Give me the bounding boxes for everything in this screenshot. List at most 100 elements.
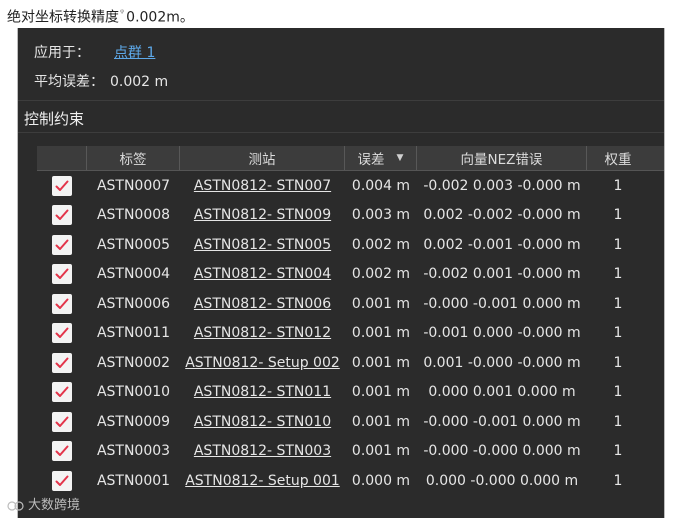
- row-weight[interactable]: 1: [587, 178, 649, 194]
- row-weight[interactable]: 1: [587, 296, 649, 312]
- row-station-link[interactable]: ASTN0812- Setup 002: [180, 355, 345, 371]
- table-row[interactable]: ASTN0005 ASTN0812- STN005 0.002 m 0.002 -0.…: [37, 230, 664, 260]
- row-nez-error: 0.002 -0.001 -0.000 m: [423, 236, 581, 253]
- row-label: ASTN0007: [96, 177, 171, 194]
- row-label: ASTN0004: [96, 266, 171, 283]
- section-title: 控制约束: [24, 110, 85, 128]
- control-panel: 应用于： 点群 1 平均误差： 0.002 m 控制约束 标签 测站 误差 ▼ 向量N…: [17, 28, 665, 518]
- checkmark-icon: [55, 239, 69, 250]
- row-label: ASTN0001: [96, 472, 171, 489]
- row-station-link[interactable]: ASTN0812- STN012: [180, 325, 345, 341]
- table-row[interactable]: ASTN0006 ASTN0812- STN006 0.001 m -0.000 -0…: [37, 289, 664, 319]
- table-body: ASTN0007 ASTN0812- STN007 0.004 m -0.002 0.…: [37, 171, 664, 496]
- row-checkbox[interactable]: [52, 441, 72, 462]
- checkmark-icon: [55, 327, 69, 339]
- row-station-link[interactable]: ASTN0812- STN007: [180, 178, 345, 194]
- column-header-check[interactable]: [37, 146, 87, 170]
- row-checkbox[interactable]: [52, 382, 72, 403]
- row-weight[interactable]: 1: [587, 473, 649, 489]
- column-header-error[interactable]: 误差 ▼: [345, 146, 417, 170]
- row-weight[interactable]: 1: [587, 325, 649, 341]
- intro-text: 绝对坐标转换精度ᵠ 0.002m。: [7, 4, 194, 26]
- row-checkbox-cell: [37, 411, 87, 432]
- row-weight[interactable]: 1: [587, 384, 649, 400]
- row-nez-error: 0.000 0.001 0.000 m: [428, 384, 576, 401]
- row-error: 0.003 m: [351, 207, 411, 224]
- row-checkbox[interactable]: [52, 293, 72, 314]
- row-checkbox-cell: [37, 175, 87, 196]
- average-error-row: 平均误差： 0.002 m: [34, 71, 168, 91]
- column-header-weight[interactable]: 权重: [587, 146, 649, 170]
- table-row[interactable]: ASTN0002 ASTN0812- Setup 002 0.001 m 0.001 …: [37, 348, 664, 378]
- row-nez-error: -0.000 -0.000 0.000 m: [423, 443, 581, 460]
- row-checkbox[interactable]: [52, 205, 72, 226]
- divider: [18, 132, 664, 133]
- row-error: 0.001 m: [351, 413, 411, 430]
- apply-to-label: 应用于：: [34, 45, 90, 61]
- row-checkbox[interactable]: [52, 352, 72, 373]
- row-weight[interactable]: 1: [587, 414, 649, 430]
- row-nez-error: 0.001 -0.000 -0.000 m: [423, 354, 581, 371]
- row-station-link[interactable]: ASTN0812- Setup 001: [180, 473, 345, 489]
- row-label: ASTN0002: [96, 354, 171, 371]
- average-error-value: 0.002 m: [110, 74, 169, 90]
- row-error: 0.001 m: [351, 295, 411, 312]
- table-row[interactable]: ASTN0011 ASTN0812- STN012 0.001 m -0.001 0.…: [37, 319, 664, 349]
- row-station-link[interactable]: ASTN0812- STN006: [180, 296, 345, 312]
- row-weight[interactable]: 1: [587, 443, 649, 459]
- column-header-nez[interactable]: 向量NEZ错误: [417, 146, 587, 170]
- table-row[interactable]: ASTN0001 ASTN0812- Setup 001 0.000 m 0.000 …: [37, 466, 664, 496]
- checkmark-icon: [55, 298, 69, 309]
- row-weight[interactable]: 1: [587, 237, 649, 253]
- checkmark-icon: [55, 209, 69, 221]
- row-error: 0.001 m: [351, 443, 411, 460]
- row-checkbox-cell: [37, 205, 87, 226]
- point-group-link[interactable]: 点群 1: [114, 45, 155, 61]
- row-error: 0.000 m: [351, 472, 411, 489]
- watermark: 大数跨境: [7, 494, 80, 513]
- row-station-link[interactable]: ASTN0812- STN003: [180, 443, 345, 459]
- table-row[interactable]: ASTN0009 ASTN0812- STN010 0.001 m -0.000 -0…: [37, 407, 664, 437]
- row-checkbox[interactable]: [52, 175, 72, 196]
- table-header: 标签 测站 误差 ▼ 向量NEZ错误 权重: [37, 146, 664, 171]
- row-station-link[interactable]: ASTN0812- STN009: [180, 207, 345, 223]
- row-checkbox[interactable]: [52, 323, 72, 344]
- row-nez-error: -0.001 0.000 -0.000 m: [423, 325, 581, 342]
- table-row[interactable]: ASTN0010 ASTN0812- STN011 0.001 m 0.000 0.0…: [37, 378, 664, 408]
- row-weight[interactable]: 1: [587, 355, 649, 371]
- row-station-link[interactable]: ASTN0812- STN005: [180, 237, 345, 253]
- average-error-label: 平均误差：: [34, 74, 104, 90]
- row-station-link[interactable]: ASTN0812- STN011: [180, 384, 345, 400]
- row-nez-error: 0.000 -0.000 0.000 m: [425, 472, 579, 489]
- column-header-station[interactable]: 测站: [180, 146, 345, 170]
- row-checkbox[interactable]: [52, 234, 72, 255]
- row-label: ASTN0009: [96, 413, 171, 430]
- table-row[interactable]: ASTN0008 ASTN0812- STN009 0.003 m 0.002 -0.…: [37, 201, 664, 231]
- row-checkbox[interactable]: [52, 264, 72, 285]
- row-nez-error: -0.000 -0.001 0.000 m: [423, 413, 581, 430]
- row-checkbox[interactable]: [52, 470, 72, 491]
- row-label: ASTN0011: [96, 325, 171, 342]
- row-weight[interactable]: 1: [587, 266, 649, 282]
- row-checkbox-cell: [37, 323, 87, 344]
- row-checkbox-cell: [37, 470, 87, 491]
- row-nez-error: -0.002 0.001 -0.000 m: [423, 266, 581, 283]
- row-label: ASTN0003: [96, 443, 171, 460]
- row-error: 0.004 m: [351, 177, 411, 194]
- search-icon[interactable]: ᵠ: [120, 4, 124, 24]
- checkmark-icon: [55, 357, 69, 368]
- checkmark-icon: [55, 416, 69, 427]
- constraints-table: 标签 测站 误差 ▼ 向量NEZ错误 权重 ASTN0007 ASTN0812- S…: [37, 146, 664, 496]
- table-row[interactable]: ASTN0004 ASTN0812- STN004 0.002 m -0.002 0.…: [37, 260, 664, 290]
- row-checkbox[interactable]: [52, 411, 72, 432]
- column-header-label[interactable]: 标签: [87, 146, 180, 170]
- row-error: 0.002 m: [351, 266, 411, 283]
- table-row[interactable]: ASTN0007 ASTN0812- STN007 0.004 m -0.002 0.…: [37, 171, 664, 201]
- table-row[interactable]: ASTN0003 ASTN0812- STN003 0.001 m -0.000 -0…: [37, 437, 664, 467]
- watermark-text: 大数跨境: [28, 498, 81, 513]
- row-nez-error: -0.002 0.003 -0.000 m: [423, 177, 581, 194]
- row-weight[interactable]: 1: [587, 207, 649, 223]
- row-station-link[interactable]: ASTN0812- STN010: [180, 414, 345, 430]
- row-station-link[interactable]: ASTN0812- STN004: [180, 266, 345, 282]
- row-checkbox-cell: [37, 352, 87, 373]
